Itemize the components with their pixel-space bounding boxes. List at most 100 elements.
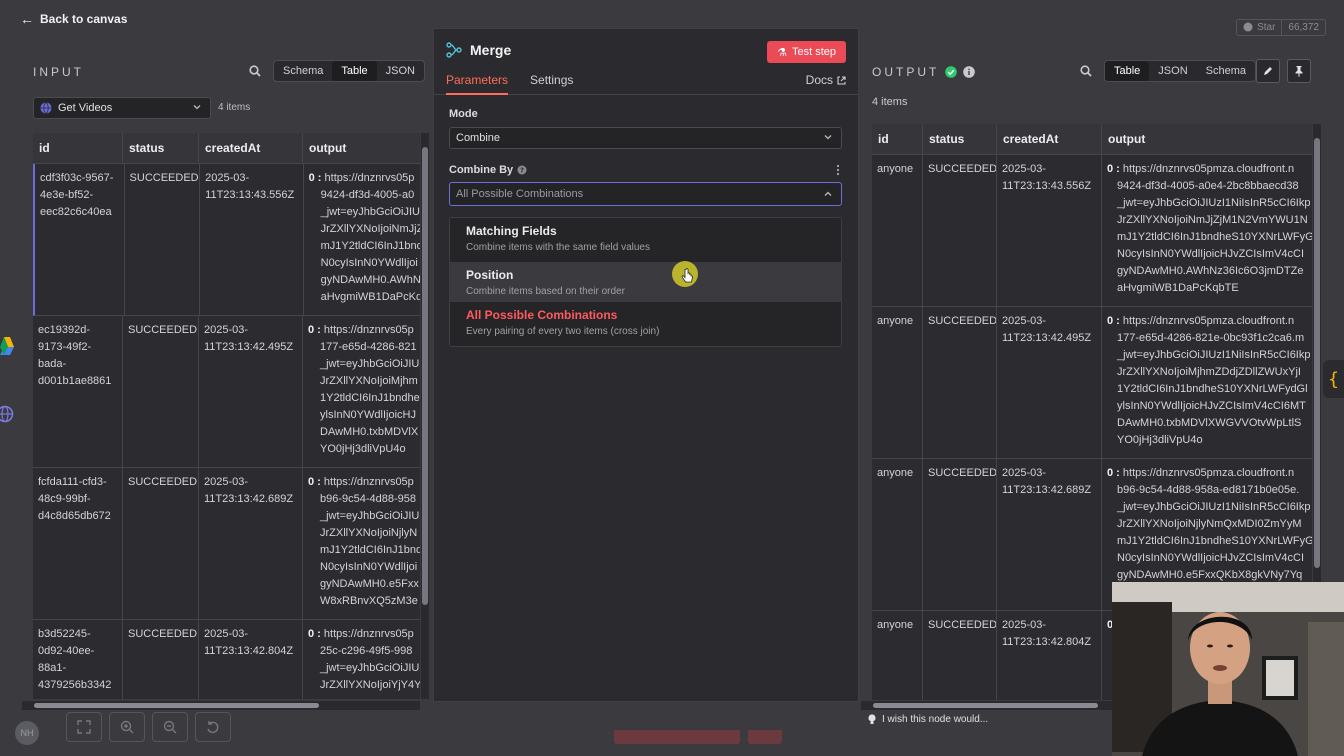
cell-line: 0 : https://dnznrvs05pmza.cloudfront.n [1107, 465, 1307, 482]
option-all-possible-combinations[interactable]: All Possible Combinations Every pairing … [450, 302, 841, 342]
cell-line: YO0jHj3dliVpU4o [308, 441, 415, 458]
input-item-count: 4 items [218, 102, 251, 113]
input-vertical-scrollbar[interactable] [421, 133, 429, 699]
github-star-count: 66,372 [1282, 18, 1326, 36]
cell-line: JrZXllYXNoIjoiNmJjZjM1N2VmYWU1N [1107, 212, 1308, 229]
test-step-label: Test step [791, 46, 836, 58]
combine-by-select[interactable]: All Possible Combinations [449, 182, 842, 206]
feedback-link[interactable]: I wish this node would... [868, 714, 988, 725]
output-horizontal-scrollbar[interactable] [861, 701, 1112, 710]
cell-line: _jwt=eyJhbGciOiJIUz [309, 204, 420, 221]
cell-text: JrZXllYXNoIjoiNmJjZjM1N2VmYWU1N [1117, 214, 1308, 226]
input-view-schema[interactable]: Schema [274, 61, 332, 81]
help-icon[interactable]: ? [517, 165, 527, 175]
execute-button-partial[interactable] [614, 730, 740, 744]
output-view-json[interactable]: JSON [1149, 61, 1196, 81]
cell-line: N0cyIsInN0YWdlIjoicHJvZCIsImV4cCI [1107, 550, 1307, 567]
pin-output-button[interactable] [1287, 59, 1311, 83]
input-table-header: id status createdAt output [33, 133, 420, 164]
cell-text: _jwt=eyJhbGciOiJIUzI1NiIsInR5cCI6Ikp [1117, 349, 1311, 361]
table-row: anyone SUCCEEDED 2025-03- 11T23:13:43.556Z 0… [872, 155, 1312, 307]
github-star-widget[interactable]: Star 66,372 [1236, 18, 1326, 36]
docs-label: Docs [805, 73, 833, 87]
input-node-select[interactable]: Get Videos [33, 97, 211, 119]
cell-createdat: 2025-03- 11T23:13:42.689Z [997, 459, 1102, 610]
docs-link[interactable]: Docs [806, 73, 846, 87]
cell-line: _jwt=eyJhbGciOiJIUzI1NiIsInR5cCI6Ikp [1107, 499, 1310, 516]
cell-text: 1Y2tldCI6InJ1bndheS10YXNrLWFydGl [1117, 383, 1308, 395]
avatar[interactable]: NH [15, 721, 39, 745]
cell-text: mJ1Y2tldCI6InJ1bndheS10YXNrLWFyG [1117, 231, 1312, 243]
input-view-table[interactable]: Table [332, 61, 377, 81]
cell-line: 0 : https://dnznrvs05p [309, 170, 415, 187]
test-step-button[interactable]: ⚗ Test step [767, 41, 846, 63]
cell-id: anyone [872, 155, 923, 306]
delete-button-partial[interactable] [748, 730, 782, 744]
cell-output: 0 : https://dnznrvs05pmza.cloudfront.n 17… [1102, 307, 1312, 458]
output-view-schema[interactable]: Schema [1197, 61, 1255, 81]
merge-icon [446, 42, 462, 58]
back-to-canvas-link[interactable]: ← Back to canvas [20, 10, 127, 28]
cell-line: _jwt=eyJhbGciOiJIUz [308, 508, 420, 525]
cell-line: _jwt=eyJhbGciOiJIUz [308, 660, 420, 677]
fit-view-button[interactable] [66, 712, 102, 742]
cell-text: _jwt=eyJhbGciOiJIUz [320, 206, 420, 218]
cell-line: _jwt=eyJhbGciOiJIUzI1NiIsInR5cCI6Ikp [1107, 347, 1311, 364]
output-view-switch: Table JSON Schema [1104, 60, 1256, 82]
cell-text: https://dnznrvs05p [323, 324, 414, 336]
output-view-table[interactable]: Table [1105, 61, 1150, 81]
lightbulb-icon [868, 714, 876, 724]
table-row: b3d52245- 0d92-40ee- 88a1- 4379256b3342 SUCC… [33, 620, 420, 699]
cell-id: fcfda111-cfd3- 48c9-99bf-d4c8d65db672 [33, 468, 123, 619]
info-icon[interactable] [963, 66, 976, 78]
combine-by-dropdown: Matching Fields Combine items with the s… [449, 217, 842, 347]
cell-text: 25c-c296-49f5-998 [320, 645, 413, 657]
zoom-in-icon [120, 720, 134, 734]
search-icon[interactable] [249, 65, 261, 77]
cell-text: JrZXllYXNoIjoiNmJjZ [320, 223, 420, 235]
cell-text: 1Y2tldCI6InJ1bndhe [320, 392, 420, 404]
col-id: id [872, 124, 923, 155]
option-title: All Possible Combinations [466, 308, 618, 322]
mode-select[interactable]: Combine [449, 127, 842, 149]
cell-line: JrZXllYXNoIjoiYjY4Y [308, 677, 420, 694]
cell-id: ec19392d- 9173-49f2- bada-d001b1ae8861 [33, 316, 123, 467]
input-view-json[interactable]: JSON [377, 61, 424, 81]
cell-line: aHvgmiWB1DaPcKqbTE [1107, 280, 1307, 297]
options-menu-icon[interactable] [836, 164, 840, 176]
cell-createdat: 2025-03- 11T23:13:42.689Z [199, 468, 303, 619]
github-star-button: Star [1236, 18, 1283, 36]
cell-text: JrZXllYXNoIjoiNjlyN [320, 527, 418, 539]
reset-zoom-button[interactable] [195, 712, 231, 742]
cell-text: 9173-49f2- [38, 341, 92, 353]
cell-text: mJ1Y2tldCI6InJ1bnd [320, 544, 420, 556]
search-icon[interactable] [1080, 65, 1092, 77]
cell-line: mJ1Y2tldCI6InJ1bndheS10YXNrLWFyG [1107, 533, 1312, 550]
edit-output-button[interactable] [1256, 59, 1280, 83]
cell-line: gyNDAwMH0.AWhNz36Ic6O3jmDTZe [1107, 263, 1307, 280]
tab-settings[interactable]: Settings [530, 73, 573, 95]
cell-text: 2025-03- [1002, 619, 1047, 631]
cell-text: https://dnznrvs05p [323, 476, 414, 488]
option-desc: Every pairing of every two items (cross … [466, 326, 660, 337]
cell-line: b96-9c54-4d88-958a-ed8171b0e05e. [1107, 482, 1307, 499]
cell-line: 9424-df3d-4005-a0e4-2bc8bbaecd38 [1107, 178, 1307, 195]
github-icon [1243, 22, 1253, 32]
cell-line: b96-9c54-4d88-958 [308, 491, 416, 508]
col-status: status [123, 133, 199, 164]
zoom-out-button[interactable] [152, 712, 188, 742]
cell-line: 177-e65d-4286-821e-0bc93f1c2ca6.m [1107, 330, 1307, 347]
cell-status: SUCCEEDED [923, 155, 997, 306]
tab-parameters[interactable]: Parameters [446, 73, 509, 95]
option-matching-fields[interactable]: Matching Fields Combine items with the s… [450, 218, 841, 258]
input-horizontal-scrollbar[interactable] [22, 701, 420, 710]
option-position[interactable]: Position Combine items based on their or… [450, 262, 841, 302]
cell-text: ylsInN0YWdlIjoicHJ [320, 409, 416, 421]
cell-text: d4c8d65db672 [38, 510, 111, 522]
cell-text: b3d52245- [38, 628, 91, 640]
webcam-overlay [1112, 582, 1344, 756]
index-label: 0 : [1107, 467, 1123, 479]
modal-header: Merge ⚗ Test step Parameters Settings Do… [434, 29, 858, 95]
zoom-in-button[interactable] [109, 712, 145, 742]
cell-line: 0 : https://dnznrvs05pmza.cloudfront.n [1107, 313, 1307, 330]
